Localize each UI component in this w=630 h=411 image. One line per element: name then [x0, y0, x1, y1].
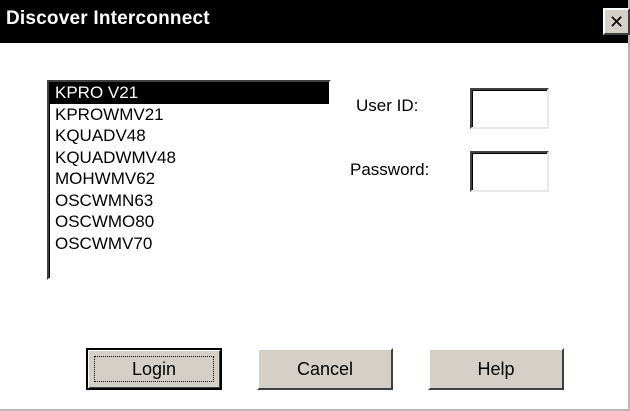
list-item[interactable]: KQUADV48 — [49, 125, 329, 147]
cancel-button-label: Cancel — [296, 358, 354, 379]
list-item[interactable]: OSCWMN63 — [49, 190, 329, 212]
password-field[interactable] — [470, 151, 549, 192]
user-id-field[interactable] — [470, 88, 549, 129]
discover-interconnect-dialog: Discover Interconnect ✕ KPRO V21 KPROWMV… — [0, 0, 630, 411]
list-item[interactable]: MOHWMV62 — [49, 168, 329, 190]
user-id-label: User ID: — [356, 96, 419, 115]
list-item[interactable]: OSCWMO80 — [49, 211, 329, 233]
window-title: Discover Interconnect — [6, 8, 210, 29]
help-button-label: Help — [477, 358, 515, 379]
list-item[interactable]: KPROWMV21 — [49, 104, 329, 126]
close-button[interactable]: ✕ — [603, 8, 630, 35]
close-icon: ✕ — [608, 11, 625, 32]
interconnect-listbox[interactable]: KPRO V21 KPROWMV21 KQUADV48 KQUADWMV48 M… — [47, 80, 331, 280]
title-bar[interactable]: Discover Interconnect ✕ — [0, 0, 630, 43]
list-item[interactable]: OSCWMV70 — [49, 233, 329, 255]
focus-rectangle — [94, 356, 214, 382]
password-label: Password: — [350, 160, 430, 179]
cancel-button[interactable]: Cancel — [257, 348, 393, 390]
list-item[interactable]: KPRO V21 — [49, 82, 329, 104]
help-button[interactable]: Help — [428, 348, 564, 390]
list-item[interactable]: KQUADWMV48 — [49, 147, 329, 169]
login-button[interactable]: Login — [86, 348, 222, 390]
